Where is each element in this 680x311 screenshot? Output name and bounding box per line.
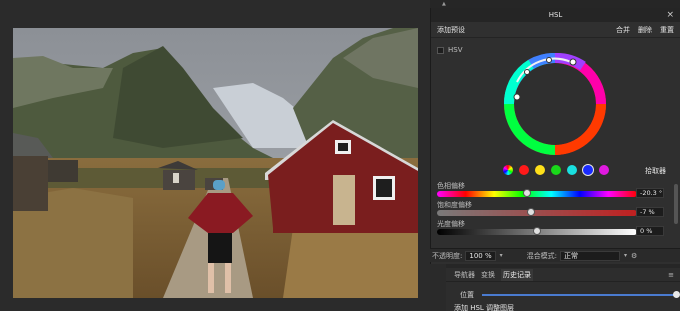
opacity-select[interactable]: 100 % (465, 250, 496, 261)
side-strip (430, 264, 446, 311)
hue-shift-slider[interactable] (437, 189, 637, 197)
panel-scrollbar[interactable] (674, 184, 678, 224)
saturation-shift-slider[interactable] (437, 208, 637, 216)
saturation-shift-label: 饱和度偏移 (437, 201, 472, 209)
hsv-label: HSV (448, 46, 463, 54)
chevron-down-icon[interactable]: ▾ (500, 252, 503, 259)
history-item[interactable]: 添加 HSL 调整图层 (454, 303, 514, 311)
luminosity-shift-label: 光度偏移 (437, 220, 465, 228)
cyan-swatch[interactable] (567, 165, 577, 175)
magenta-swatch[interactable] (599, 165, 609, 175)
yellow-swatch[interactable] (535, 165, 545, 175)
hsl-panel: HSL × 添加预设 合并 删除 重置 HSV 拾取器 色相偏移 -20.3 °… (430, 8, 680, 264)
luminosity-shift-slider[interactable] (437, 227, 637, 235)
luminosity-shift-thumb[interactable] (533, 227, 541, 235)
blend-mode-select[interactable]: 正常 (559, 250, 620, 261)
hue-shift-thumb[interactable] (523, 189, 531, 197)
position-row: 位置 (460, 290, 680, 300)
opacity-bar: 不透明度: 100 % ▾ 混合模式: 正常 ▾ ⚙ (430, 248, 680, 262)
close-icon[interactable]: × (666, 8, 674, 22)
luminosity-shift-value[interactable]: 0 % (636, 226, 664, 236)
panel-title: HSL (548, 11, 563, 19)
tab-history[interactable]: 历史记录 (501, 268, 533, 281)
scroll-up-icon[interactable]: ▲ (442, 1, 446, 7)
hue-wheel[interactable] (503, 52, 607, 156)
blend-mode-label: 混合模式: (526, 251, 557, 260)
tab-navigator[interactable]: 导航器 (454, 270, 475, 280)
lower-panel: 导航器 变换 历史记录 ≡ 位置 添加 HSL 调整图层 (446, 268, 680, 311)
app-window: ▲ HSL × 添加预设 合并 删除 重置 HSV 拾取器 色相偏移 -20.3… (0, 0, 680, 311)
opacity-label: 不透明度: (432, 251, 463, 260)
position-label: 位置 (460, 291, 474, 299)
green-swatch[interactable] (551, 165, 561, 175)
picker-button[interactable]: 拾取器 (645, 166, 666, 176)
red-swatch[interactable] (519, 165, 529, 175)
tab-transform[interactable]: 变换 (481, 270, 495, 280)
all-colors-swatch[interactable] (503, 165, 513, 175)
gear-icon[interactable]: ⚙ (631, 252, 637, 260)
panel-toolbar: 添加预设 合并 删除 重置 (431, 22, 680, 38)
delete-button[interactable]: 删除 (638, 25, 652, 35)
checkbox-box[interactable] (437, 46, 444, 54)
position-slider[interactable] (482, 291, 680, 298)
color-swatches (503, 165, 609, 175)
reset-button[interactable]: 重置 (660, 25, 674, 35)
hue-shift-value[interactable]: -20.3 ° (636, 188, 664, 198)
photo-image (13, 28, 418, 298)
blue-swatch[interactable] (583, 165, 593, 175)
menu-icon[interactable]: ≡ (668, 271, 674, 279)
hue-shift-label: 色相偏移 (437, 182, 465, 190)
hsv-checkbox[interactable]: HSV (437, 46, 463, 54)
add-preset-button[interactable]: 添加预设 (437, 25, 608, 35)
position-thumb[interactable] (673, 291, 680, 298)
document-canvas[interactable] (0, 0, 430, 311)
saturation-shift-value[interactable]: -7 % (636, 207, 664, 217)
merge-button[interactable]: 合并 (616, 25, 630, 35)
chevron-down-icon[interactable]: ▾ (624, 252, 627, 259)
lower-tabs: 导航器 变换 历史记录 ≡ (446, 268, 680, 282)
saturation-shift-thumb[interactable] (527, 208, 535, 216)
panel-title-bar[interactable]: HSL × (431, 8, 680, 22)
